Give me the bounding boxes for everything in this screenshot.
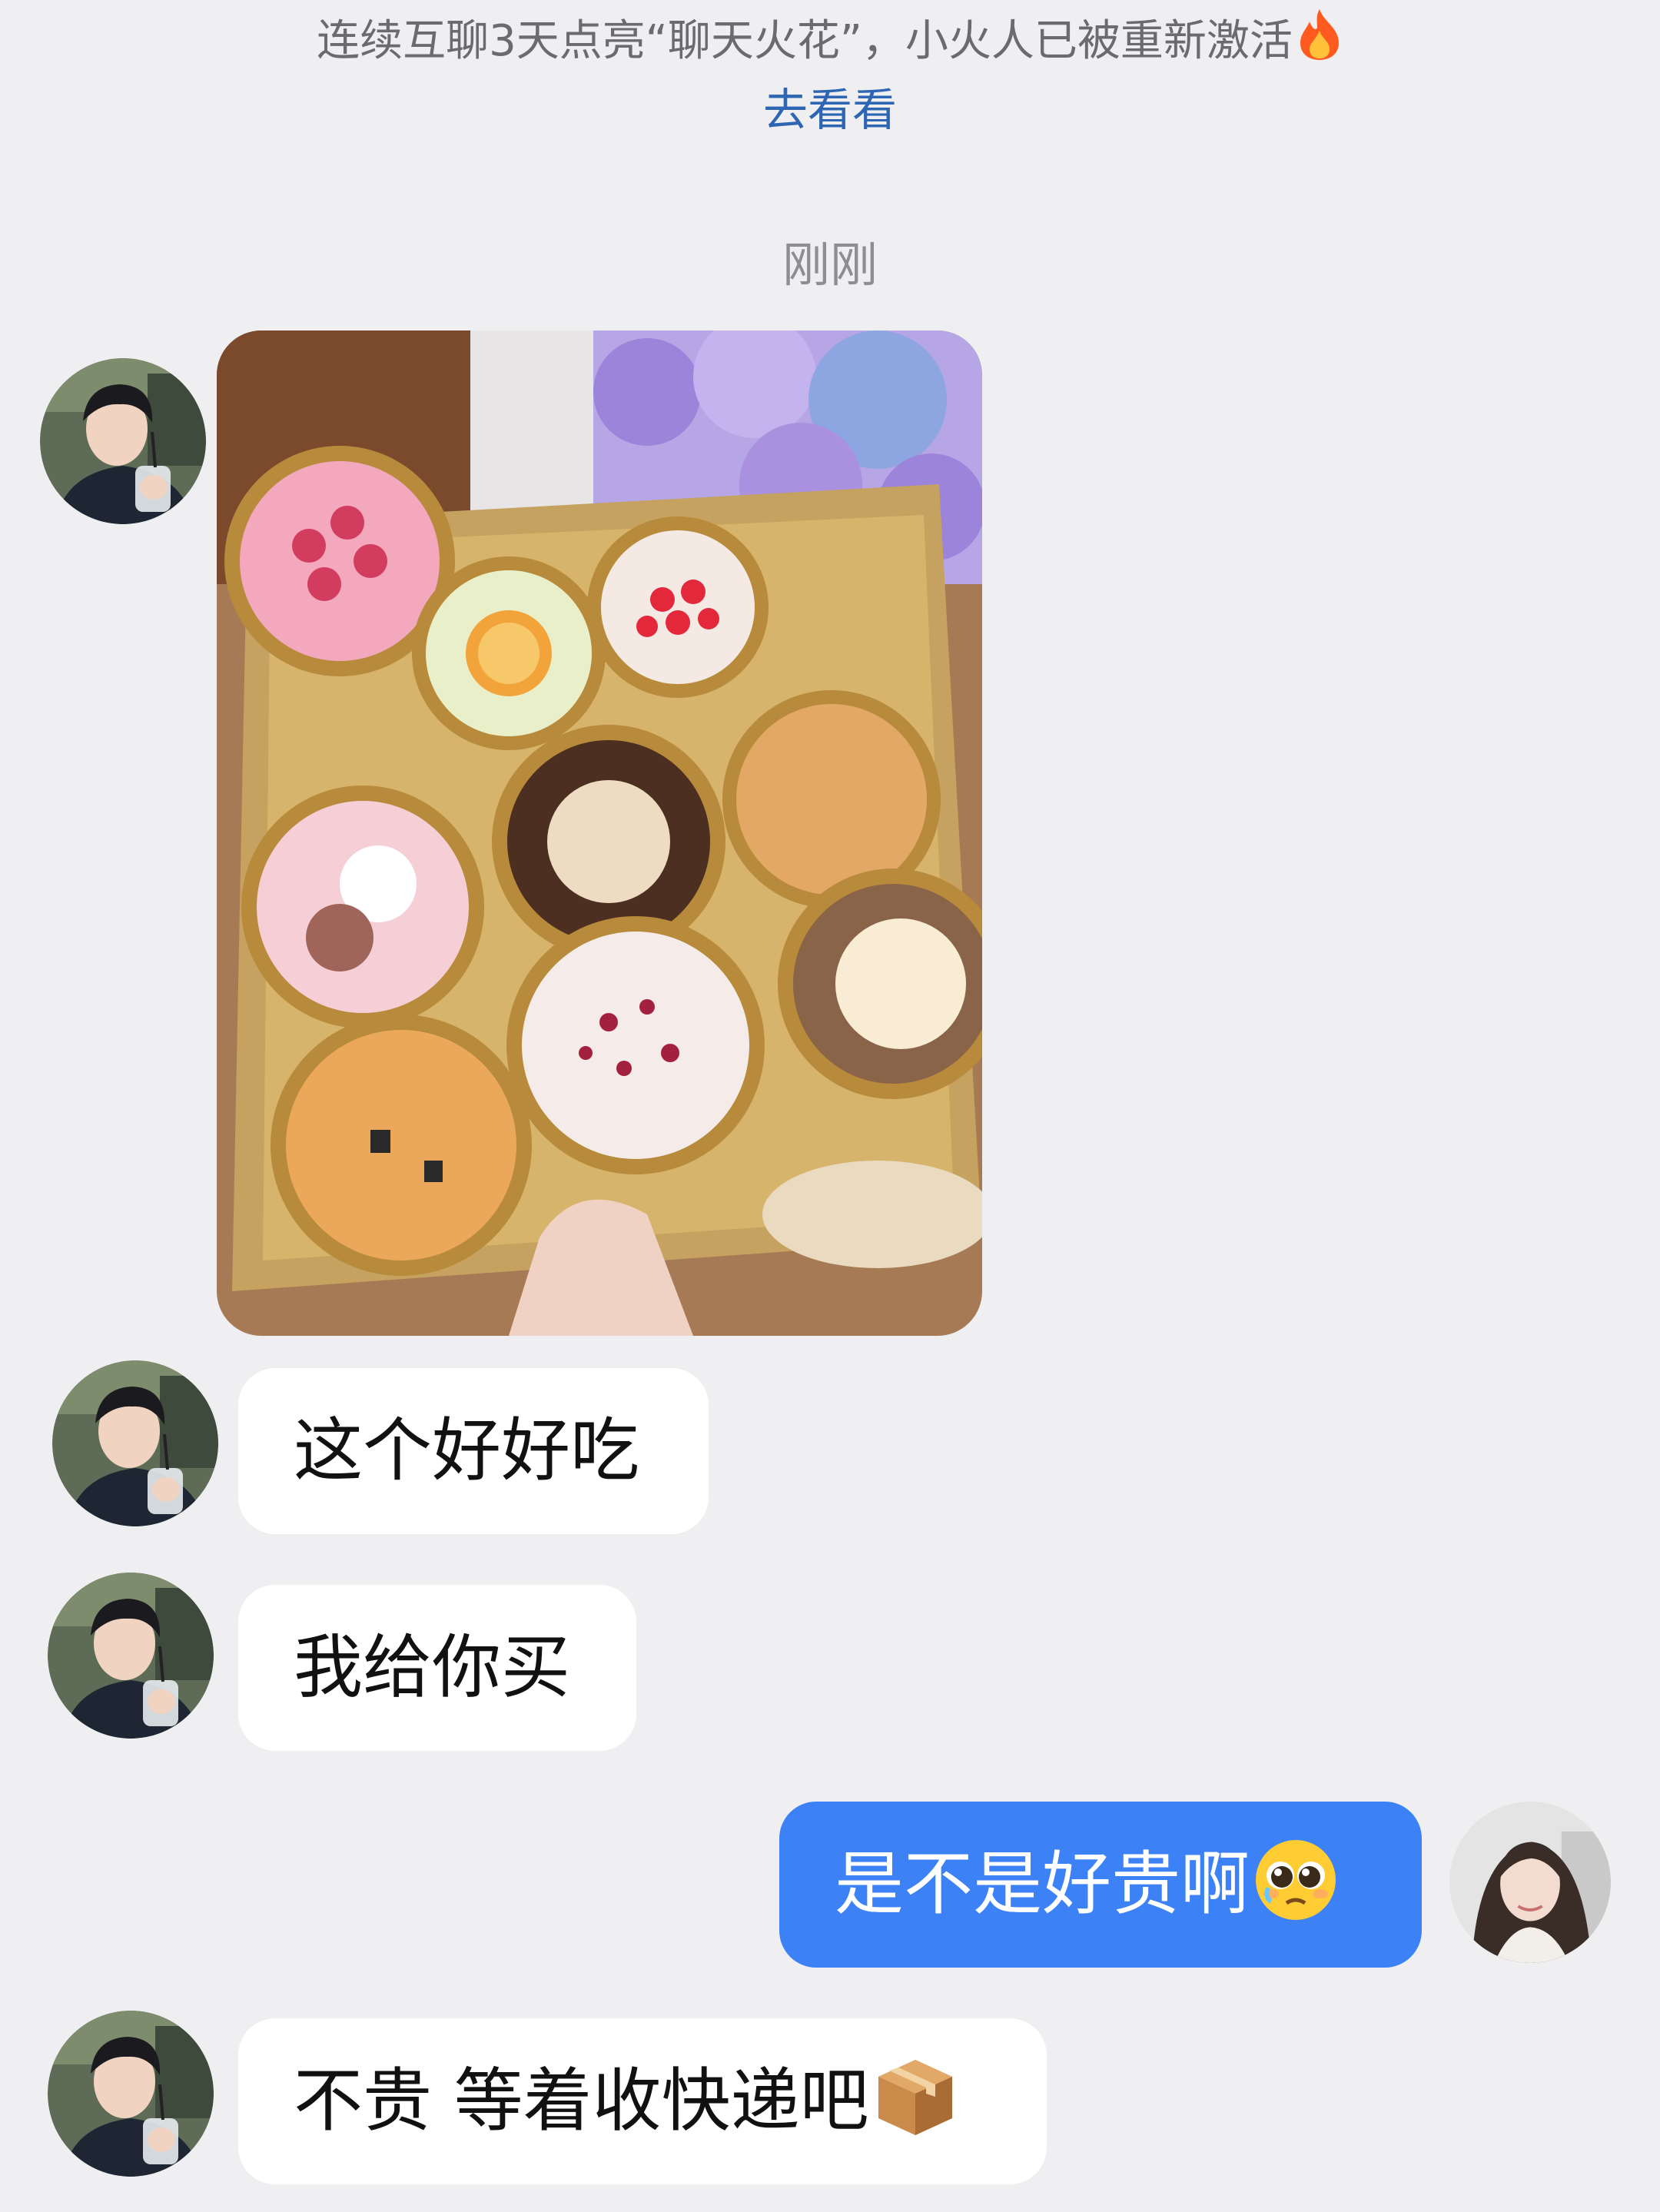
- incoming-message-bubble[interactable]: 不贵 等着收快递吧: [238, 2018, 1047, 2184]
- message-text: 这个好好吃: [294, 1410, 639, 1491]
- view-link[interactable]: 去看看: [0, 75, 1660, 144]
- image-message[interactable]: [217, 330, 982, 1336]
- incoming-message-bubble[interactable]: 我给你买: [238, 1585, 636, 1751]
- message-text: 我给你买: [294, 1627, 570, 1708]
- chat-spark-notice: 连续互聊3天点亮“聊天火花”，小火人已被重新激活: [0, 8, 1660, 81]
- contact-avatar[interactable]: [40, 358, 206, 524]
- incoming-message-bubble[interactable]: 这个好好吃: [238, 1368, 709, 1534]
- contact-avatar[interactable]: [52, 1360, 218, 1526]
- my-avatar[interactable]: [1449, 1802, 1611, 1963]
- message-timestamp: 刚刚: [782, 237, 878, 293]
- contact-avatar[interactable]: [48, 2011, 214, 2177]
- message-text: 是不是好贵啊: [835, 1844, 1250, 1925]
- message-text: 不贵 等着收快递吧: [294, 2061, 869, 2141]
- fire-icon: [1296, 8, 1343, 81]
- package-icon: [872, 2034, 958, 2200]
- pleading-face-icon: [1253, 1817, 1339, 1983]
- outgoing-message-bubble[interactable]: 是不是好贵啊: [779, 1802, 1422, 1968]
- contact-avatar[interactable]: [48, 1573, 214, 1739]
- notice-text: 连续互聊3天点亮“聊天火花”，小火人已被重新激活: [317, 16, 1293, 66]
